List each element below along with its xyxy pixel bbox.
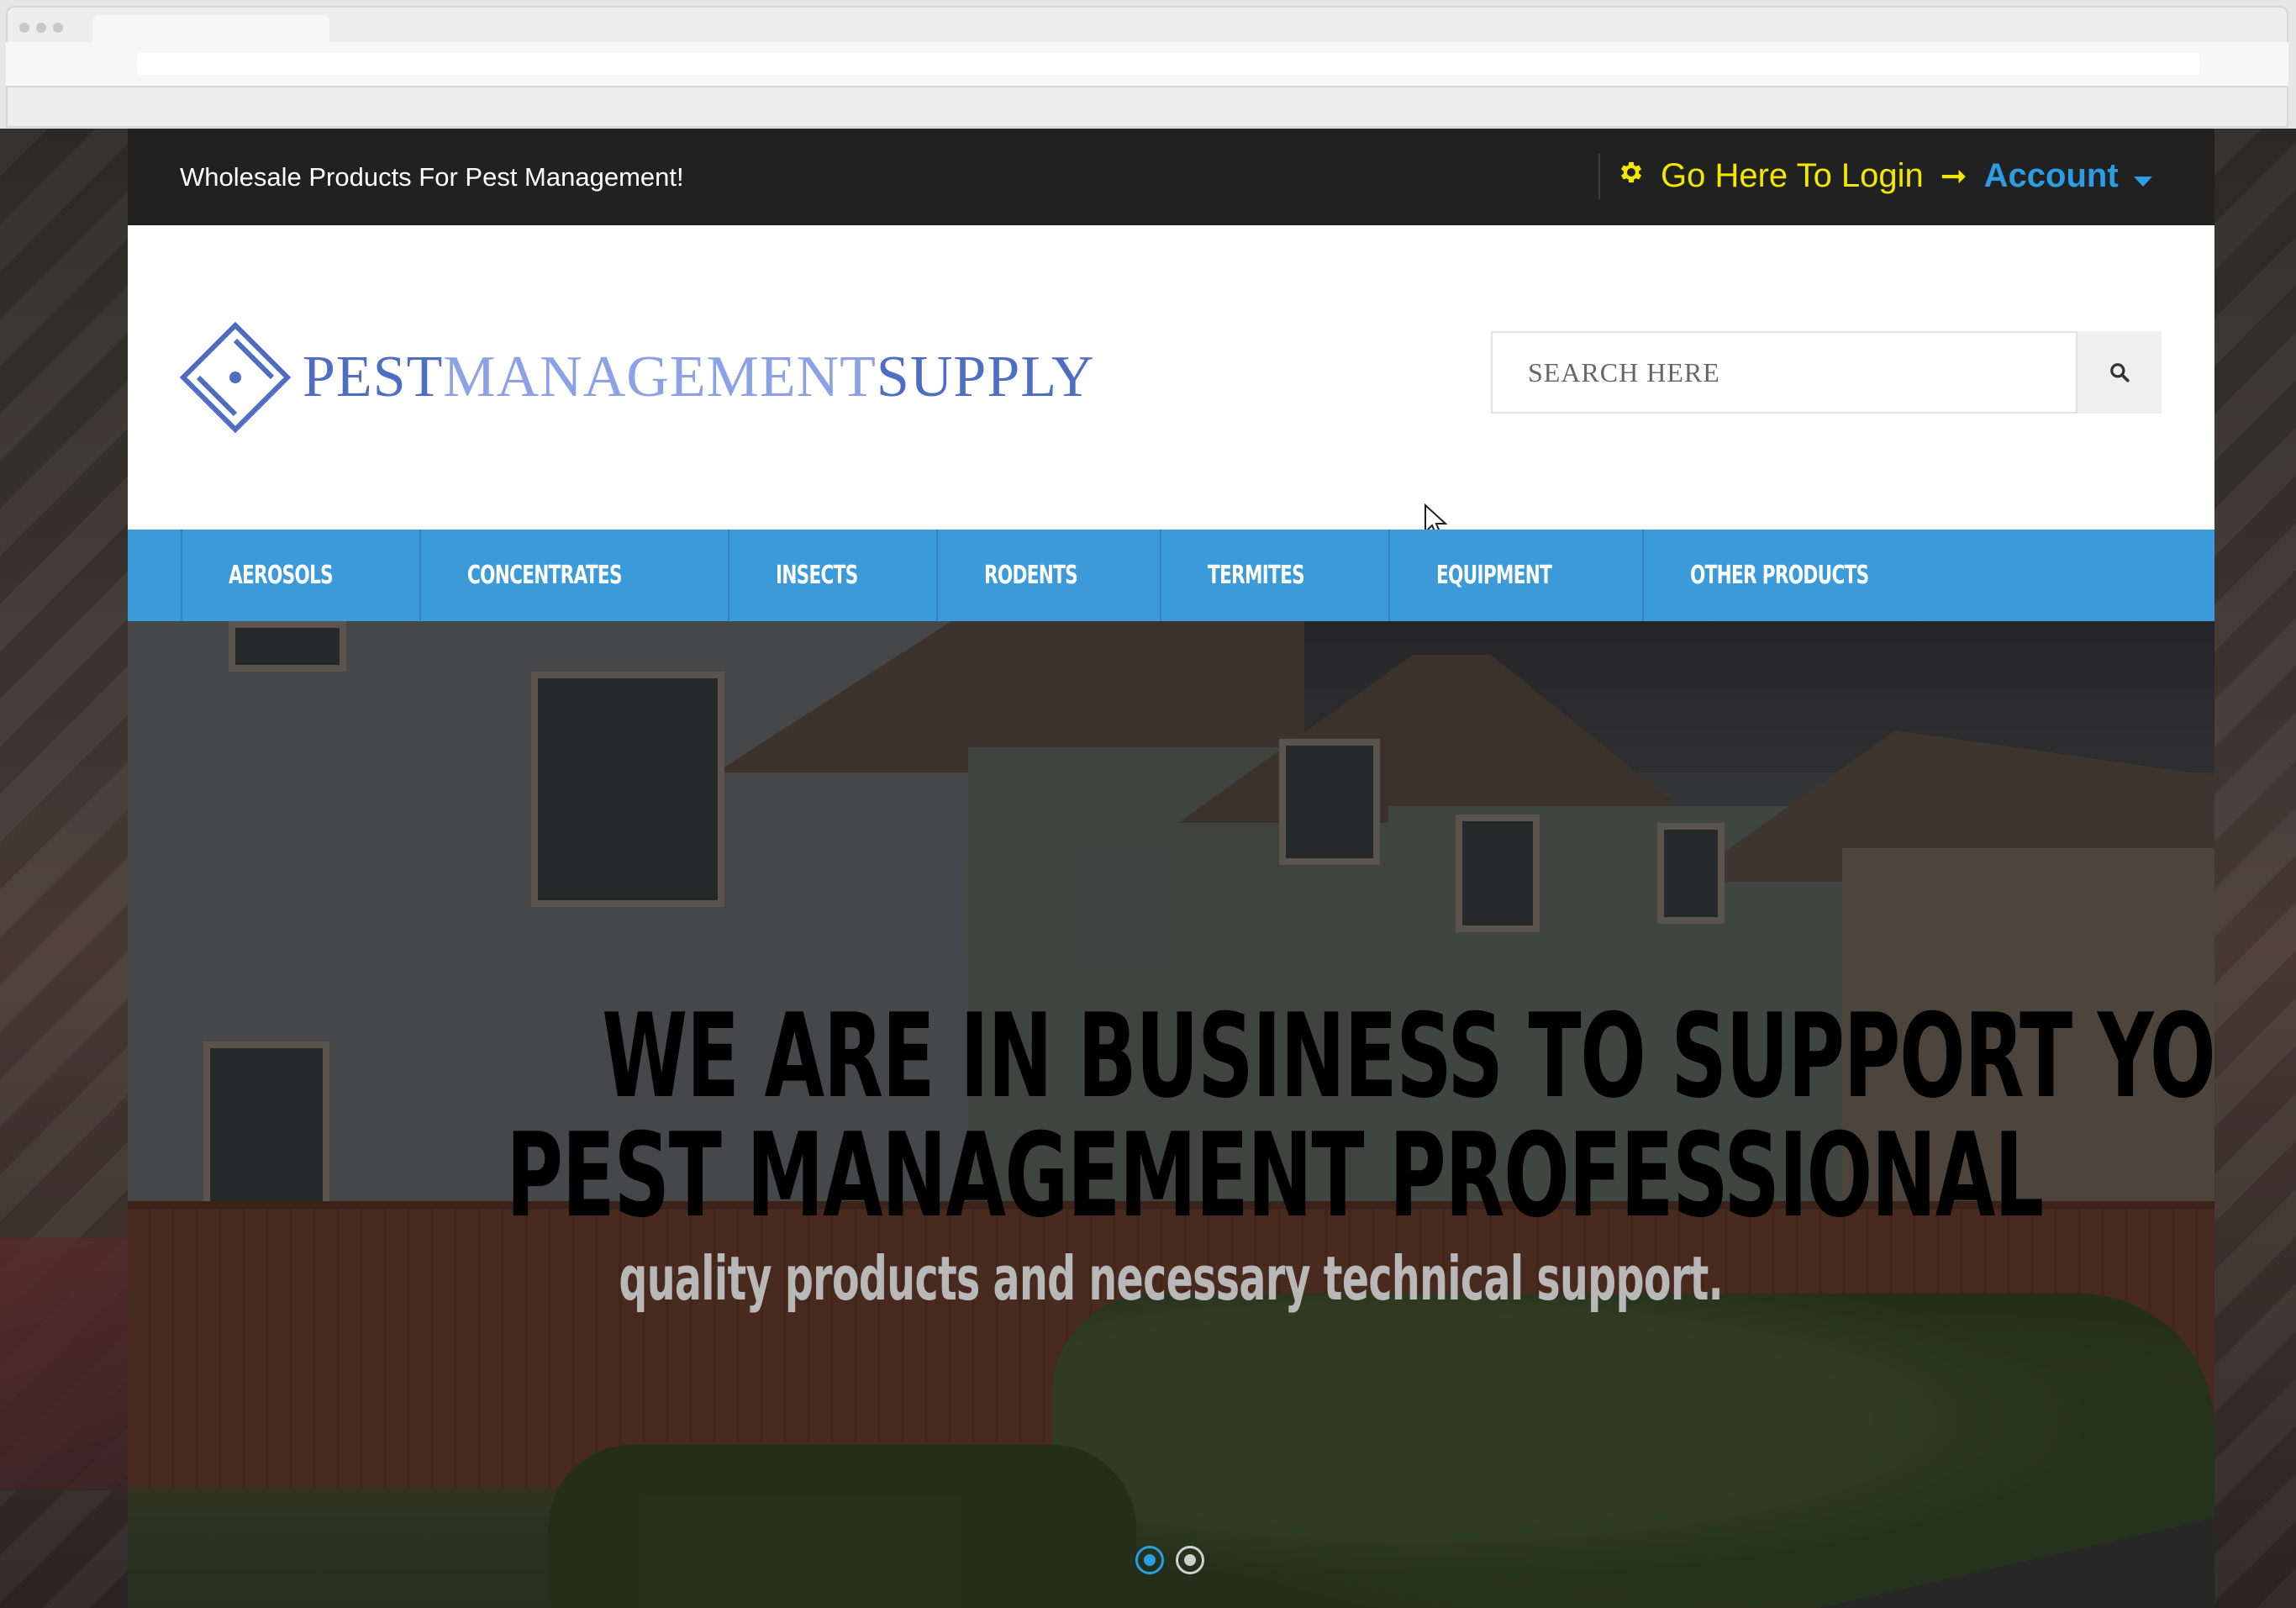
website: Wholesale Products For Pest Management! … <box>128 129 2214 1608</box>
hero-subheadline: quality products and necessary technical… <box>619 1243 1724 1314</box>
account-menu[interactable]: Account <box>1984 157 2152 195</box>
caret-down-icon <box>2133 176 2152 187</box>
top-bar-divider <box>1598 154 1600 199</box>
login-link[interactable]: Go Here To Login <box>1661 157 1924 195</box>
main-nav: AEROSOLS CONCENTRATES INSECTS RODENTS TE… <box>128 530 2214 621</box>
maximize-dot[interactable] <box>53 23 63 33</box>
search-box <box>1491 331 2077 414</box>
site-logo[interactable]: PESTMANAGEMENTSUPPLY <box>179 312 1289 443</box>
nav-item-equipment[interactable]: EQUIPMENT <box>1388 530 1642 621</box>
search-button[interactable] <box>2077 331 2162 414</box>
diamond-logo-icon <box>179 321 292 434</box>
nav-item-other-products[interactable]: OTHER PRODUCTS <box>1642 530 1984 621</box>
nav-item-aerosols[interactable]: AEROSOLS <box>181 530 419 621</box>
close-dot[interactable] <box>19 23 29 33</box>
window-controls[interactable] <box>19 23 63 33</box>
slide-dot-2[interactable] <box>1176 1546 1204 1574</box>
login-area: Go Here To Login ➞ Account <box>1617 152 2152 199</box>
search-input[interactable] <box>1493 333 2066 412</box>
minimize-dot[interactable] <box>36 23 46 33</box>
nav-item-termites[interactable]: TERMITES <box>1160 530 1388 621</box>
background-left <box>0 129 128 1608</box>
hero-slider: WE ARE IN BUSINESS TO SUPPORT YOU - THE … <box>128 621 2214 1608</box>
hero-headline-line-1: WE ARE IN BUSINESS TO SUPPORT YOU - THE <box>602 989 2214 1124</box>
hero-headline-line-2: PEST MANAGEMENT PROFESSIONAL <box>506 1108 2044 1243</box>
browser-chrome <box>0 0 2296 129</box>
account-label: Account <box>1983 156 2119 194</box>
search-icon <box>2110 363 2130 382</box>
nav-item-rodents[interactable]: RODENTS <box>935 530 1160 621</box>
tagline: Wholesale Products For Pest Management! <box>180 162 684 192</box>
gear-icon <box>1617 158 1646 194</box>
slider-pagination <box>1135 1546 1204 1574</box>
background-right <box>2214 129 2296 1608</box>
slide-dot-1[interactable] <box>1135 1546 1164 1574</box>
address-bar[interactable] <box>137 53 2199 75</box>
chrome-divider <box>6 86 2288 87</box>
arrow-right-icon: ➞ <box>1940 158 1967 194</box>
browser-tab[interactable] <box>92 15 329 44</box>
top-bar: Wholesale Products For Pest Management! … <box>128 129 2214 225</box>
nav-item-concentrates[interactable]: CONCENTRATES <box>419 530 728 621</box>
site-header: PESTMANAGEMENTSUPPLY <box>128 225 2214 539</box>
nav-item-insects[interactable]: INSECTS <box>728 530 935 621</box>
logo-wordmark: PESTMANAGEMENTSUPPLY <box>303 345 1095 409</box>
